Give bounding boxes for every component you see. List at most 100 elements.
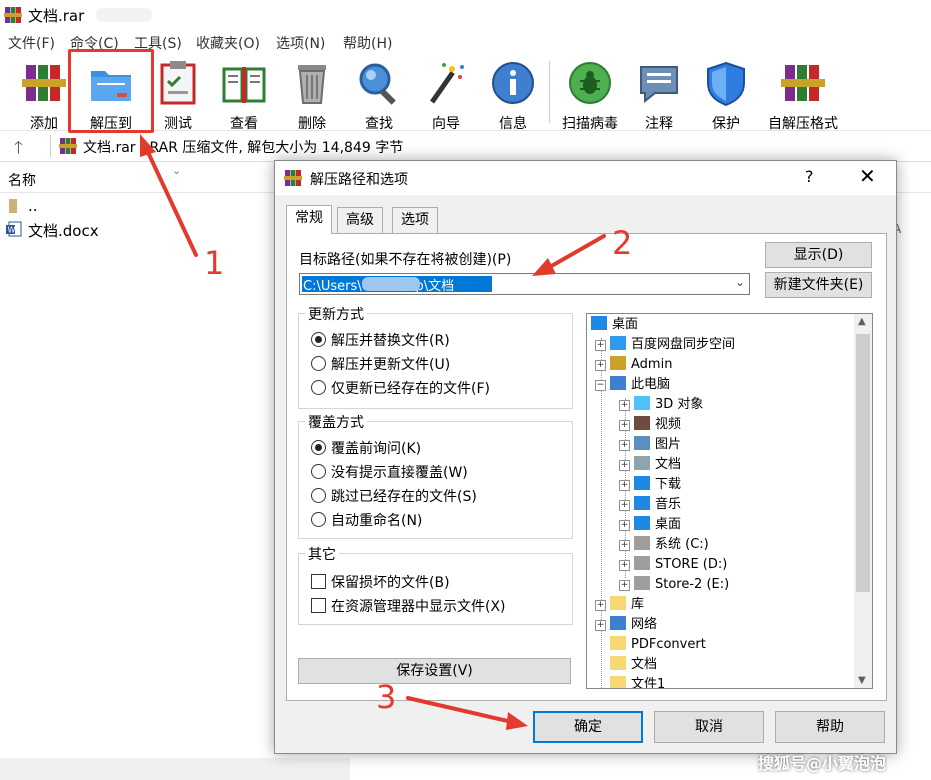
tree-node[interactable]: 文件1 — [595, 675, 665, 688]
show-button[interactable]: 显示(D) — [765, 242, 872, 268]
tree-node[interactable]: PDFconvert — [595, 635, 706, 655]
save-settings-button[interactable]: 保存设置(V) — [298, 658, 571, 684]
tree-expander-icon[interactable]: + — [595, 340, 606, 351]
tree-expander-icon[interactable]: + — [595, 360, 606, 371]
delete-button[interactable]: 删除 — [284, 55, 340, 132]
tree-node[interactable]: + 桌面 — [619, 515, 681, 535]
dest-path-input[interactable]: C:\Users\ \Desktop\文档 ⌄ — [299, 273, 750, 295]
tree-node[interactable]: − 此电脑 — [595, 375, 670, 395]
check-show-in-explorer[interactable]: 在资源管理器中显示文件(X) — [311, 596, 506, 616]
help-button[interactable]: 帮助 — [775, 711, 885, 743]
protect-button[interactable]: 保护 — [698, 55, 754, 132]
tree-expander-icon[interactable]: + — [619, 400, 630, 411]
radio-circle-icon — [311, 356, 326, 371]
tree-node[interactable]: + 系统 (C:) — [619, 535, 709, 555]
file-name: .. — [28, 197, 38, 215]
tree-node[interactable]: + 文档 — [619, 455, 681, 475]
tree-expander-icon[interactable]: + — [619, 460, 630, 471]
scan-virus-button[interactable]: 扫描病毒 — [556, 55, 624, 132]
tree-expander-icon[interactable]: + — [595, 620, 606, 631]
tree-node-label: 百度网盘同步空间 — [631, 337, 736, 352]
tree-node[interactable]: + Admin — [595, 355, 672, 375]
check-keep-broken[interactable]: 保留损坏的文件(B) — [311, 572, 450, 592]
radio-label: 解压并更新文件(U) — [331, 357, 451, 373]
radio-extract-update[interactable]: 解压并更新文件(U) — [311, 354, 450, 374]
checkbox-label: 在资源管理器中显示文件(X) — [331, 599, 506, 615]
tab-general[interactable]: 常规 — [286, 205, 332, 234]
tree-node-label: STORE (D:) — [655, 557, 728, 572]
menu-options[interactable]: 选项(N) — [276, 33, 325, 53]
folder-icon — [610, 636, 626, 650]
tree-node[interactable]: +3D 对象 — [619, 395, 703, 415]
file-name: 文档.docx — [28, 222, 99, 240]
tree-node[interactable]: + 图片 — [619, 435, 681, 455]
tree-expander-icon[interactable]: + — [619, 540, 630, 551]
update-mode-group: 更新方式 解压并替换文件(R) 解压并更新文件(U) 仅更新已经存在的文件(F) — [298, 304, 573, 409]
radio-overwrite-silent[interactable]: 没有提示直接覆盖(W) — [311, 462, 468, 482]
annotation-number-2: 2 — [612, 224, 633, 262]
library-icon — [610, 596, 626, 610]
help-question-button[interactable]: ? — [805, 167, 814, 186]
tree-expander-icon[interactable]: + — [619, 440, 630, 451]
cancel-button[interactable]: 取消 — [654, 711, 764, 743]
tree-node[interactable]: + 下载 — [619, 475, 681, 495]
radio-auto-rename[interactable]: 自动重命名(N) — [311, 510, 422, 530]
address-bar: 🡑 文档.rar - RAR 压缩文件, 解包大小为 14,849 字节 — [0, 131, 931, 162]
tab-options[interactable]: 选项 — [392, 207, 438, 233]
dropdown-arrow-icon[interactable]: ⌄ — [735, 275, 745, 289]
radio-circle-icon — [311, 464, 326, 479]
ok-button[interactable]: 确定 — [533, 711, 643, 743]
wizard-button[interactable]: 向导 — [418, 55, 474, 132]
radio-extract-replace[interactable]: 解压并替换文件(R) — [311, 330, 450, 350]
radio-ask-before[interactable]: 覆盖前询问(K) — [311, 438, 421, 458]
watermark: 搜狐号@小翼泡泡 — [758, 754, 887, 773]
add-label: 添加 — [30, 116, 58, 132]
new-folder-button[interactable]: 新建文件夹(E) — [765, 272, 872, 298]
documents-icon — [634, 456, 650, 470]
tree-scrollbar[interactable]: ▲ ▼ — [854, 314, 872, 688]
view-button[interactable]: 查看 — [214, 55, 274, 132]
tree-node[interactable]: 桌面 — [591, 315, 638, 335]
info-button[interactable]: 信息 — [486, 55, 540, 132]
up-arrow-icon[interactable]: 🡑 — [14, 135, 23, 164]
tree-node[interactable]: + STORE (D:) — [619, 555, 727, 575]
folder-tree[interactable]: 桌面 + 百度网盘同步空间 + Admin − 此电脑 +3D 对象 + 视频 + 图片 + 文档 + 下载 +… — [586, 313, 873, 689]
menu-help[interactable]: 帮助(H) — [343, 33, 392, 53]
tree-expander-icon[interactable]: + — [619, 500, 630, 511]
tree-node[interactable]: + 网络 — [595, 615, 657, 635]
radio-skip-existing[interactable]: 跳过已经存在的文件(S) — [311, 486, 477, 506]
menu-file[interactable]: 文件(F) — [8, 33, 55, 53]
column-name-header[interactable]: 名称 — [8, 170, 36, 190]
tree-expander-icon[interactable]: + — [619, 520, 630, 531]
sfx-button[interactable]: 自解压格式 — [762, 55, 844, 132]
tree-node[interactable]: + 音乐 — [619, 495, 681, 515]
tree-node[interactable]: + 库 — [595, 595, 644, 615]
add-button[interactable]: 添加 — [16, 55, 72, 132]
tree-node-label: 库 — [631, 597, 645, 612]
tree-expander-icon[interactable]: − — [595, 380, 606, 391]
radio-update-existing[interactable]: 仅更新已经存在的文件(F) — [311, 378, 490, 398]
tree-node[interactable]: + 百度网盘同步空间 — [595, 335, 735, 355]
wizard-label: 向导 — [432, 116, 460, 132]
scroll-up-icon[interactable]: ▲ — [858, 316, 866, 327]
delete-label: 删除 — [298, 116, 326, 132]
scroll-thumb[interactable] — [856, 334, 870, 592]
test-button[interactable]: 测试 — [152, 55, 204, 132]
tab-advanced[interactable]: 高级 — [337, 207, 383, 233]
menu-favorites[interactable]: 收藏夹(O) — [196, 33, 260, 53]
tree-node-label: 桌面 — [655, 517, 682, 532]
tree-expander-icon[interactable]: + — [619, 420, 630, 431]
find-button[interactable]: 查找 — [352, 55, 406, 132]
tree-node[interactable]: 文档 — [595, 655, 657, 675]
tree-node[interactable]: + 视频 — [619, 415, 681, 435]
tree-expander-icon[interactable]: + — [619, 560, 630, 571]
tree-expander-icon[interactable]: + — [595, 600, 606, 611]
clipboard-check-icon — [160, 61, 196, 105]
tree-expander-icon[interactable]: + — [619, 480, 630, 491]
tree-node[interactable]: + Store-2 (E:) — [619, 575, 729, 595]
close-button[interactable]: ✕ — [859, 164, 876, 188]
comment-button[interactable]: 注释 — [632, 55, 686, 132]
scroll-down-icon[interactable]: ▼ — [858, 675, 866, 686]
radio-circle-icon — [311, 380, 326, 395]
tree-expander-icon[interactable]: + — [619, 580, 630, 591]
